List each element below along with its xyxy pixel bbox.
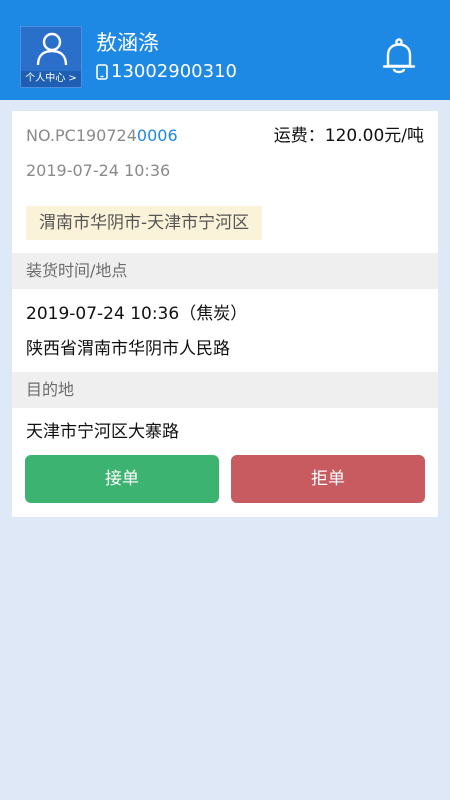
reject-order-button[interactable]: 拒单 — [231, 455, 425, 503]
personal-center-label: 个人中心 > — [21, 71, 81, 87]
bell-icon[interactable] — [381, 38, 417, 76]
destination-section-title: 目的地 — [12, 372, 438, 408]
phone-number: 13002900310 — [111, 61, 237, 82]
order-number-prefix: NO.PC190724 — [26, 126, 137, 145]
accept-order-button[interactable]: 接单 — [25, 455, 219, 503]
app-header: 个人中心 > 敖涵涤 13002900310 — [0, 0, 450, 100]
loading-time: 2019-07-24 10:36（焦炭） — [26, 304, 248, 324]
phone-row: 13002900310 — [96, 61, 237, 83]
user-name: 敖涵涤 — [96, 31, 159, 55]
order-number: NO.PC1907240006 — [26, 125, 178, 147]
personal-center-button[interactable]: 个人中心 > — [20, 26, 82, 88]
order-created-time: 2019-07-24 10:36 — [26, 161, 171, 180]
destination-address: 天津市宁河区大寨路 — [26, 422, 179, 442]
phone-icon — [96, 64, 108, 80]
order-number-suffix: 0006 — [136, 126, 178, 145]
route-tag: 渭南市华阴市-天津市宁河区 — [26, 206, 263, 240]
order-card: NO.PC1907240006 运费：120.00元/吨 2019-07-24 … — [12, 111, 438, 517]
loading-address: 陕西省渭南市华阴市人民路 — [26, 339, 230, 359]
user-icon — [36, 32, 68, 66]
loading-section-title: 装货时间/地点 — [12, 253, 438, 289]
freight-fee: 运费：120.00元/吨 — [273, 126, 424, 146]
